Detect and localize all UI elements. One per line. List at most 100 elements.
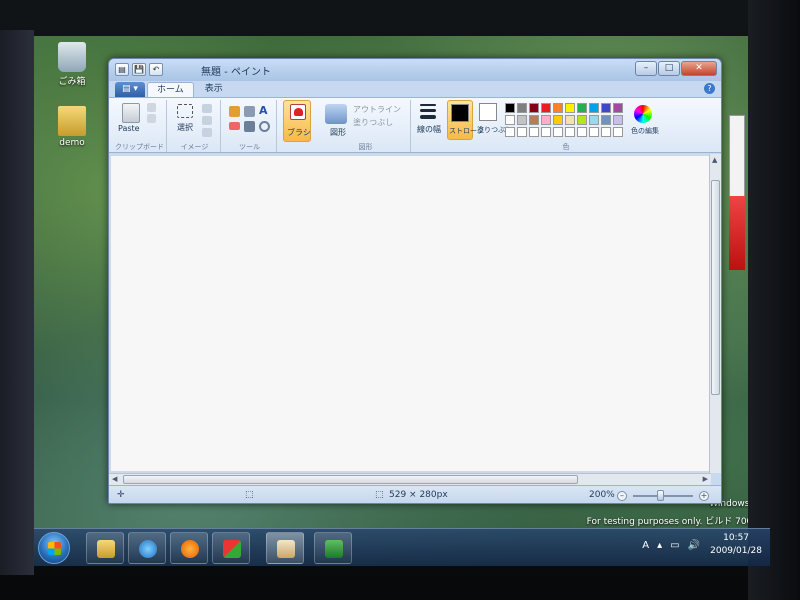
paste-label[interactable]: Paste [118,124,140,133]
pencil-icon[interactable] [229,106,240,117]
color-swatch[interactable] [541,127,551,137]
color-swatch[interactable] [613,127,623,137]
shapes-icon[interactable] [325,104,347,124]
edit-colors-label[interactable]: 色の編集 [631,126,659,136]
zoom-slider-thumb[interactable] [657,490,664,501]
color-swatch[interactable] [517,127,527,137]
color-wheel-icon[interactable] [634,105,652,123]
color-swatch[interactable] [529,115,539,125]
color-swatch[interactable] [553,103,563,113]
color-swatch[interactable] [577,115,587,125]
taskbar-media-player[interactable] [170,532,208,564]
color-swatch[interactable] [541,115,551,125]
fill-bucket-icon[interactable] [244,106,255,117]
color-swatch[interactable] [601,127,611,137]
line-width-icon[interactable] [420,109,436,112]
recycle-bin-icon[interactable]: ごみ箱 [44,42,100,87]
tab-view[interactable]: 表示 [196,82,232,97]
start-button[interactable] [38,532,70,564]
color-swatch[interactable] [577,127,587,137]
clock[interactable]: 10:57 2009/01/28 [710,532,762,558]
help-icon[interactable]: ? [704,83,715,94]
network-icon[interactable]: ▭ [670,540,679,551]
zoom-out-button[interactable]: – [617,491,627,501]
color-swatch[interactable] [601,115,611,125]
color-picker-icon[interactable] [244,121,255,132]
minimize-button[interactable]: – [635,61,657,76]
color-swatch[interactable] [589,103,599,113]
select-icon[interactable] [177,104,193,118]
vertical-scrollbar[interactable]: ▲ [709,154,721,473]
size-label[interactable]: 線の幅 [417,124,441,135]
magnifier-icon[interactable] [259,121,270,132]
selection-size-icon: ⬚ [245,490,254,500]
color-swatch[interactable] [505,103,515,113]
line-width-icon[interactable] [420,115,436,119]
color-swatch[interactable] [565,103,575,113]
color2-swatch[interactable] [479,103,497,121]
zoom-in-button[interactable]: + [699,491,709,501]
fill-dropdown[interactable]: 塗りつぶし [353,117,393,128]
color-swatch[interactable] [505,127,515,137]
eraser-icon[interactable] [229,122,240,130]
taskbar-ie[interactable] [128,532,166,564]
crop-icon[interactable] [202,104,212,113]
zoom-level: 200% [589,490,615,500]
drawing-canvas[interactable] [111,156,709,471]
color-swatch[interactable] [541,103,551,113]
color-swatch[interactable] [577,103,587,113]
taskbar-paint[interactable] [266,532,304,564]
clipboard-icon[interactable] [122,103,140,123]
resize-icon[interactable] [202,116,212,125]
undo-icon[interactable]: ↶ [149,63,163,76]
color-swatch[interactable] [589,127,599,137]
taskbar-excel[interactable] [314,532,352,564]
rotate-icon[interactable] [202,128,212,137]
color-swatch[interactable] [613,103,623,113]
volume-icon[interactable]: 🔊 [688,540,700,551]
taskbar-app[interactable] [212,532,250,564]
desktop-icon-label: ごみ箱 [58,77,86,87]
shapes-label[interactable]: 図形 [330,127,346,138]
color-swatch[interactable] [565,127,575,137]
color-swatch[interactable] [589,115,599,125]
show-hidden-icons-icon[interactable]: ▴ [657,540,662,551]
brushes-button[interactable]: ブラシ [283,100,311,142]
cut-icon[interactable] [147,103,156,112]
color-swatch[interactable] [529,103,539,113]
copy-icon[interactable] [147,114,156,123]
color-swatch[interactable] [553,127,563,137]
taskbar-explorer[interactable] [86,532,124,564]
line-width-icon[interactable] [420,104,436,106]
color-swatch[interactable] [517,115,527,125]
scroll-right-icon[interactable]: ▶ [703,475,708,483]
demo-folder-icon[interactable]: demo [44,106,100,148]
vertical-scroll-thumb[interactable] [711,180,720,395]
color-swatch[interactable] [517,103,527,113]
title-bar[interactable]: ▤ 💾 ↶ 無題 - ペイント – □ ✕ [109,59,721,81]
tools-group: A ツール [223,100,277,152]
text-tool-icon[interactable]: A [259,105,271,117]
color-swatch[interactable] [505,115,515,125]
color-swatch[interactable] [565,115,575,125]
color-swatch[interactable] [613,115,623,125]
tab-home[interactable]: ホーム [147,82,194,97]
color-swatch[interactable] [529,127,539,137]
horizontal-scrollbar[interactable]: ◀ ▶ [109,473,711,485]
maximize-button[interactable]: □ [658,61,680,76]
app-icon[interactable]: ▤ [115,63,129,76]
color-swatch[interactable] [601,103,611,113]
canvas-size: 529 × 280px [389,490,448,500]
scroll-left-icon[interactable]: ◀ [112,475,117,483]
outline-dropdown[interactable]: アウトライン [353,104,401,115]
ime-icon[interactable]: A [642,540,649,551]
scroll-up-icon[interactable]: ▲ [712,156,717,164]
shapes-group: 図形 アウトライン 塗りつぶし 図形 [321,100,411,152]
select-label[interactable]: 選択 [177,122,193,133]
horizontal-scroll-thumb[interactable] [123,475,578,484]
save-icon[interactable]: 💾 [132,63,146,76]
close-button[interactable]: ✕ [681,61,717,76]
application-menu-button[interactable]: ▤ ▾ [115,82,145,97]
color1-button[interactable]: ストローク [447,100,484,140]
color-swatch[interactable] [553,115,563,125]
